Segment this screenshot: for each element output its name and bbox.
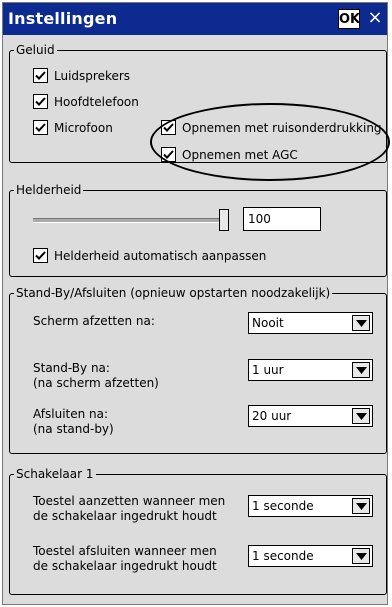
switch-on-select[interactable]: 1 seconde [248,495,373,517]
switch-off-label-line2: de schakelaar ingedrukt houdt [33,559,217,573]
microphone-checkbox[interactable]: Microfoon [33,120,113,135]
auto-brightness-label: Helderheid automatisch aanpassen [54,248,267,263]
settings-window: Instellingen OK × Geluid Luidsprekers Ho… [2,2,390,605]
shutdown-value: 20 uur [252,409,292,423]
slider-track [33,218,229,223]
switch-on-label-line1: Toestel aanzetten wanneer men [33,494,226,508]
switch-off-label-line1: Toestel afsluiten wanneer men [33,544,217,558]
highlight-ellipse [150,103,390,181]
chevron-down-icon[interactable] [352,315,370,331]
switch-off-select[interactable]: 1 seconde [248,545,373,567]
title-bar: Instellingen OK × [3,3,387,35]
brightness-slider[interactable] [33,209,229,231]
headphones-checkbox[interactable]: Hoofdtelefoon [33,94,139,109]
chevron-down-icon[interactable] [352,548,370,564]
ok-button[interactable]: OK [338,9,360,29]
microphone-label: Microfoon [54,120,113,135]
chevron-down-icon[interactable] [352,498,370,514]
standby-legend: Stand-By/Afsluiten (opnieuw opstarten no… [16,286,331,300]
switch-group: Schakelaar 1 [9,467,387,595]
standby-select[interactable]: 1 uur [248,359,373,381]
switch-on-value: 1 seconde [252,499,314,513]
close-icon[interactable]: × [365,7,385,29]
speakers-label: Luidsprekers [54,68,131,83]
shutdown-label: Afsluiten na: [33,407,109,421]
switch-on-label-line2: de schakelaar ingedrukt houdt [33,509,217,523]
standby-value: 1 uur [252,363,284,377]
checkmark-icon [33,120,48,135]
standby-label: Stand-By na: [33,361,110,375]
brightness-legend: Helderheid [16,183,82,197]
screen-off-select[interactable]: Nooit [248,312,373,334]
standby-sublabel: (na scherm afzetten) [33,376,159,390]
checkmark-icon [33,248,48,263]
brightness-value: 100 [248,212,271,226]
shutdown-select[interactable]: 20 uur [248,405,373,427]
brightness-value-field[interactable]: 100 [243,207,321,231]
chevron-down-icon[interactable] [352,408,370,424]
checkmark-icon [33,94,48,109]
window-title: Instellingen [8,9,118,28]
auto-brightness-checkbox[interactable]: Helderheid automatisch aanpassen [33,248,266,263]
screen-off-label: Scherm afzetten na: [33,314,155,328]
checkmark-icon [33,68,48,83]
sound-legend: Geluid [16,43,55,57]
switch-off-value: 1 seconde [252,549,314,563]
screen-off-value: Nooit [252,316,284,330]
shutdown-sublabel: (na stand-by) [33,422,114,436]
switch-legend: Schakelaar 1 [16,467,94,481]
headphones-label: Hoofdtelefoon [54,94,139,109]
speakers-checkbox[interactable]: Luidsprekers [33,68,130,83]
chevron-down-icon[interactable] [352,362,370,378]
slider-thumb[interactable] [219,209,229,231]
